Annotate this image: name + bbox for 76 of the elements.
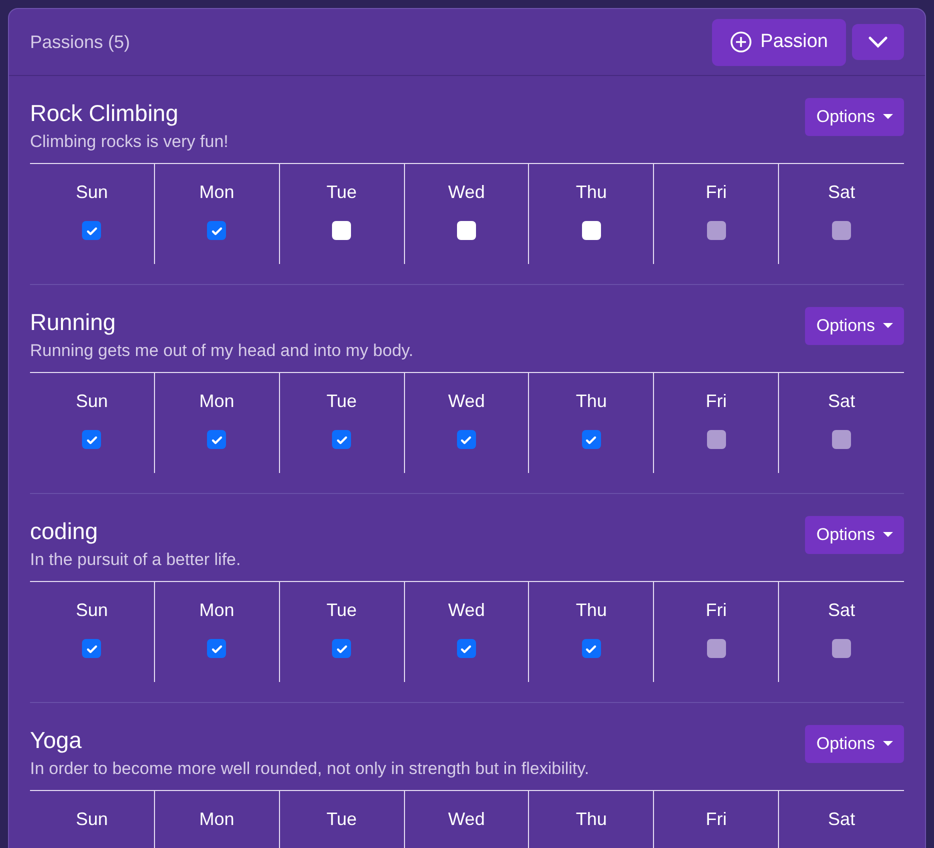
day-label: Wed (448, 599, 485, 622)
checkmark-icon (585, 434, 598, 446)
day-label: Thu (576, 599, 607, 622)
checkbox[interactable] (582, 221, 601, 240)
checkmark-icon (460, 642, 472, 654)
panel-title: Passions (5) (30, 30, 130, 54)
day-label: Sun (76, 181, 108, 204)
checkbox[interactable] (207, 221, 226, 240)
options-button[interactable]: Options (805, 98, 904, 136)
checkmark-icon (460, 434, 472, 446)
day-label: Fri (706, 390, 727, 413)
caret-down-icon (883, 323, 893, 329)
day-label: Mon (199, 181, 234, 204)
add-passion-button[interactable]: Passion (712, 18, 846, 66)
passion-description: In order to become more well rounded, not only in strength but in flexibility. (30, 758, 590, 780)
day-label: Mon (199, 808, 234, 831)
passion-description: Climbing rocks is very fun! (30, 131, 228, 153)
day-label: Sat (828, 808, 856, 831)
day-label: Thu (576, 808, 607, 831)
collapse-button[interactable] (852, 24, 904, 60)
day-label: Sun (76, 599, 108, 622)
checkbox[interactable] (456, 639, 476, 658)
checkbox[interactable] (456, 430, 476, 449)
caret-down-icon (883, 532, 893, 538)
passion-description: Running gets me out of my head and into my body. (30, 340, 414, 362)
day-label: Tue (326, 181, 357, 204)
checkmark-icon (210, 642, 223, 654)
checkmark-icon (336, 642, 348, 654)
checkmark-icon (210, 434, 223, 446)
checkmark-icon (210, 224, 223, 236)
day-label: Mon (199, 390, 234, 413)
checkbox[interactable] (582, 639, 601, 658)
day-label: Wed (448, 808, 485, 831)
checkmark-icon (86, 642, 98, 654)
day-label: Fri (706, 808, 727, 831)
checkbox[interactable] (332, 639, 352, 658)
checkbox[interactable] (456, 221, 476, 240)
checkbox[interactable] (207, 639, 226, 658)
checkbox[interactable] (582, 430, 601, 449)
options-button[interactable]: Options (805, 307, 904, 345)
checkbox[interactable] (82, 430, 102, 449)
plus-circle-icon (730, 31, 752, 53)
day-label: Sat (828, 599, 856, 622)
passion-title: Rock Climbing (30, 99, 180, 128)
day-label: Wed (448, 390, 485, 413)
checkbox[interactable] (82, 221, 102, 240)
options-button[interactable]: Options (805, 516, 904, 554)
caret-down-icon (883, 114, 893, 120)
day-label: Sun (76, 808, 108, 831)
day-label: Tue (326, 808, 357, 831)
day-label: Sat (828, 181, 856, 204)
passion-description: In the pursuit of a better life. (30, 549, 241, 571)
day-label: Tue (326, 599, 357, 622)
passion-title: Running (30, 308, 117, 337)
checkbox[interactable] (332, 430, 352, 449)
day-label: Wed (448, 181, 485, 204)
checkmark-icon (585, 642, 598, 654)
checkbox[interactable] (82, 639, 102, 658)
passion-title: coding (30, 517, 99, 546)
checkbox[interactable] (332, 221, 352, 240)
day-label: Tue (326, 390, 357, 413)
chevron-down-icon (868, 36, 888, 48)
day-label: Fri (706, 181, 727, 204)
passion-title: Yoga (30, 726, 83, 755)
day-label: Sat (828, 390, 856, 413)
checkmark-icon (86, 224, 98, 236)
caret-down-icon (883, 741, 893, 747)
checkbox[interactable] (207, 430, 226, 449)
checkmark-icon (86, 434, 98, 446)
day-label: Fri (706, 599, 727, 622)
options-button[interactable]: Options (805, 725, 904, 763)
day-label: Thu (576, 390, 607, 413)
day-label: Mon (199, 599, 234, 622)
day-label: Thu (576, 181, 607, 204)
day-label: Sun (76, 390, 108, 413)
checkmark-icon (336, 434, 348, 446)
